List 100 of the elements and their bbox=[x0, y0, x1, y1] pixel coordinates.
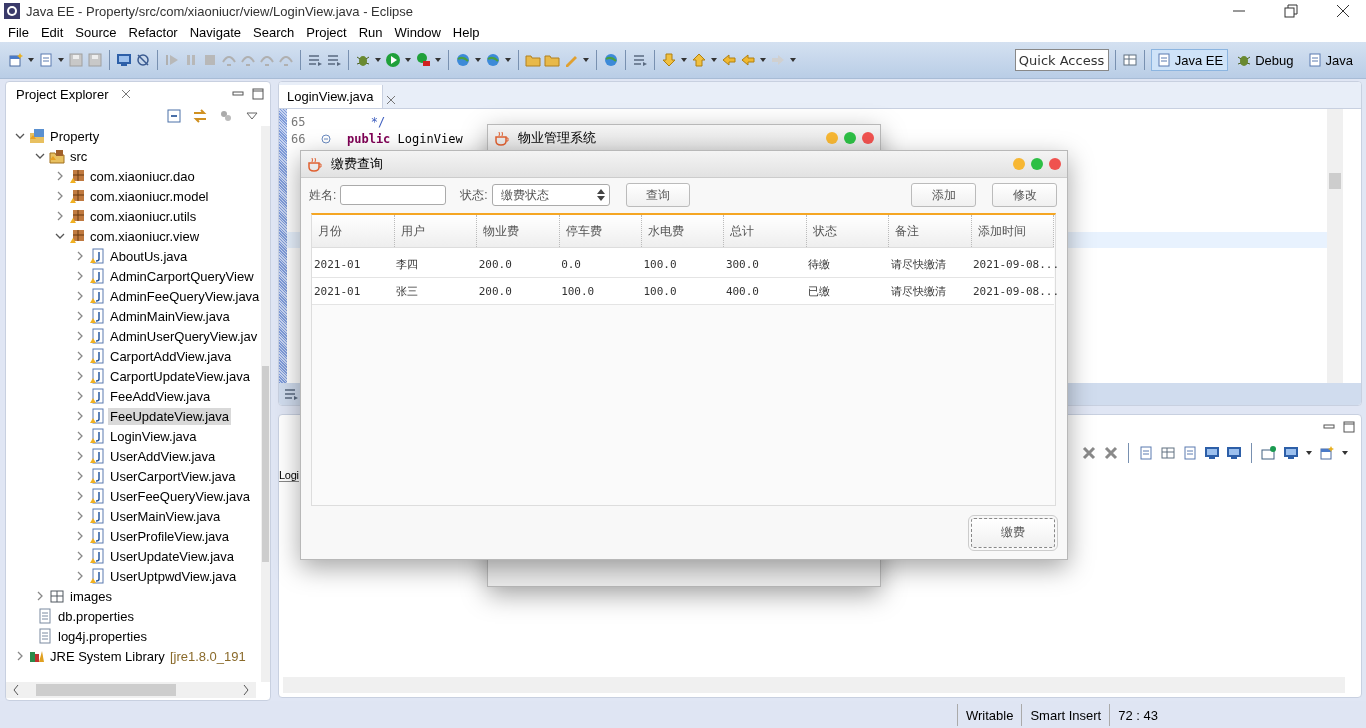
status-dropdown[interactable]: 缴费状态 bbox=[491, 184, 610, 206]
tree-item[interactable]: src bbox=[68, 147, 90, 165]
link-editor-icon[interactable] bbox=[192, 108, 208, 124]
view-tab[interactable]: Project Explorer bbox=[10, 84, 115, 104]
scrollbar-thumb[interactable] bbox=[1329, 173, 1341, 189]
console-icon[interactable] bbox=[116, 52, 132, 68]
column-header[interactable]: 水电费 bbox=[641, 215, 724, 248]
search-button[interactable]: 查询 bbox=[625, 183, 690, 207]
java-file-icon bbox=[89, 448, 105, 464]
display-console-icon[interactable] bbox=[1283, 445, 1299, 461]
tree-item[interactable]: com.xiaoniucr.dao bbox=[88, 167, 197, 185]
column-header[interactable]: 总计 bbox=[723, 215, 807, 248]
tree-item[interactable]: UserFeeQueryView.java bbox=[108, 487, 252, 505]
column-header[interactable]: 状态 bbox=[806, 215, 889, 248]
pay-button[interactable]: 缴费 bbox=[971, 517, 1055, 548]
globe-icon[interactable] bbox=[603, 52, 619, 68]
tree-item[interactable]: com.xiaoniucr.view bbox=[88, 227, 202, 245]
tree-item[interactable]: UserUpdateView.java bbox=[108, 547, 237, 565]
tree-item[interactable]: UserMainView.java bbox=[108, 507, 223, 525]
close-button[interactable] bbox=[1049, 158, 1061, 170]
column-header[interactable]: 用户 bbox=[394, 215, 477, 248]
edit-button[interactable]: 修改 bbox=[992, 183, 1057, 207]
tree-item[interactable]: AdminCarportQueryView bbox=[108, 267, 256, 285]
fold-icon[interactable] bbox=[321, 133, 331, 144]
tree-item[interactable]: CarportAddView.java bbox=[108, 347, 234, 365]
table-cell: 已缴 bbox=[806, 277, 889, 305]
tree-item[interactable]: log4j.properties bbox=[56, 627, 149, 645]
close-icon[interactable] bbox=[1335, 3, 1351, 19]
column-header[interactable]: 添加时间 bbox=[971, 215, 1054, 248]
table-cell: 0.0 bbox=[559, 247, 642, 278]
tree-item[interactable]: JRE System Library bbox=[48, 647, 167, 665]
maximize-button[interactable] bbox=[1031, 158, 1043, 170]
dialog-title: 缴费查询 bbox=[331, 155, 384, 173]
menu-item[interactable]: Search bbox=[247, 24, 301, 40]
open-perspective-icon[interactable] bbox=[1121, 52, 1138, 68]
name-field[interactable] bbox=[340, 185, 447, 205]
maximize-icon[interactable] bbox=[1341, 419, 1357, 435]
column-header[interactable]: 备注 bbox=[888, 215, 971, 248]
scrollbar-thumb[interactable] bbox=[262, 366, 269, 562]
menu-item[interactable]: Edit bbox=[34, 24, 70, 40]
tree-item[interactable]: AdminUserQueryView.jav bbox=[108, 327, 260, 345]
editor-tab[interactable]: LoginView.java bbox=[279, 85, 383, 108]
maximize-icon[interactable] bbox=[250, 86, 266, 102]
menu-item[interactable]: Run bbox=[352, 24, 389, 40]
quick-access-field[interactable]: Quick Access bbox=[1014, 49, 1109, 71]
open-folder-icon[interactable] bbox=[525, 52, 541, 68]
tree-item[interactable]: Property bbox=[48, 127, 102, 145]
terminate-icon[interactable] bbox=[1081, 445, 1097, 461]
tree-item[interactable]: com.xiaoniucr.utils bbox=[88, 207, 199, 225]
tree-item[interactable]: AdminMainView.java bbox=[108, 307, 232, 325]
java-file-icon bbox=[89, 408, 105, 424]
tree-item[interactable]: AboutUs.java bbox=[108, 247, 190, 265]
menu-item[interactable]: File bbox=[2, 24, 35, 40]
save-all-icon[interactable] bbox=[87, 52, 103, 68]
menu-item[interactable]: Help bbox=[446, 24, 486, 40]
scrollbar-thumb[interactable] bbox=[36, 684, 176, 696]
perspective-button[interactable]: Debug bbox=[1231, 49, 1299, 71]
menu-item[interactable]: Window bbox=[388, 24, 447, 40]
tree-item[interactable]: UserCarportView.java bbox=[108, 467, 238, 485]
status-label: 状态: bbox=[460, 186, 488, 204]
column-header[interactable]: 停车费 bbox=[559, 215, 642, 248]
perspective-button[interactable]: Java bbox=[1301, 49, 1358, 71]
outline-icon[interactable] bbox=[283, 386, 299, 402]
package-icon bbox=[69, 188, 85, 204]
status-field: 72 : 43 bbox=[1109, 704, 1166, 726]
menu-item[interactable]: Source bbox=[69, 24, 123, 40]
tree-item[interactable]: db.properties bbox=[56, 607, 136, 625]
column-header[interactable]: 月份 bbox=[312, 215, 395, 248]
menu-item[interactable]: Navigate bbox=[183, 24, 247, 40]
tree-item[interactable]: FeeAddView.java bbox=[108, 387, 213, 405]
tree-item[interactable]: AdminFeeQueryView.java bbox=[108, 287, 262, 305]
column-header[interactable]: 物业费 bbox=[476, 215, 560, 248]
tree-item[interactable]: UserProfileView.java bbox=[108, 527, 231, 545]
tree-item[interactable]: UserAddView.java bbox=[108, 447, 218, 465]
perspective-button[interactable]: Java EE bbox=[1150, 49, 1229, 71]
tree-item[interactable]: com.xiaoniucr.model bbox=[88, 187, 211, 205]
package-icon bbox=[69, 228, 85, 244]
maximize-button[interactable] bbox=[844, 132, 856, 144]
table-cell: 400.0 bbox=[723, 277, 807, 305]
collapse-all-icon[interactable] bbox=[166, 108, 182, 124]
tree-item[interactable]: CarportUpdateView.java bbox=[108, 367, 252, 385]
java-file-icon bbox=[89, 488, 105, 504]
skip-breakpoints-icon[interactable] bbox=[135, 52, 151, 68]
filter-icon[interactable] bbox=[218, 108, 234, 124]
new-file-icon[interactable] bbox=[8, 52, 24, 68]
menu-item[interactable]: Refactor bbox=[122, 24, 184, 40]
add-button[interactable]: 添加 bbox=[911, 183, 976, 207]
remove-all-icon[interactable] bbox=[1103, 445, 1119, 461]
java-file-icon bbox=[89, 348, 105, 364]
menu-item[interactable]: Project bbox=[300, 24, 353, 40]
new-console-icon[interactable] bbox=[1319, 445, 1335, 461]
tree-item[interactable]: LoginView.java bbox=[108, 427, 199, 445]
restore-icon[interactable] bbox=[1283, 3, 1299, 19]
java-file-icon bbox=[89, 248, 105, 264]
spinner-icon[interactable] bbox=[596, 189, 605, 201]
tree-item[interactable]: UserUptpwdView.java bbox=[108, 567, 239, 585]
tree-item[interactable]: FeeUpdateView.java bbox=[108, 407, 231, 425]
close-button[interactable] bbox=[862, 132, 874, 144]
tree-item[interactable]: images bbox=[68, 587, 114, 605]
table-cell: 100.0 bbox=[559, 277, 642, 305]
